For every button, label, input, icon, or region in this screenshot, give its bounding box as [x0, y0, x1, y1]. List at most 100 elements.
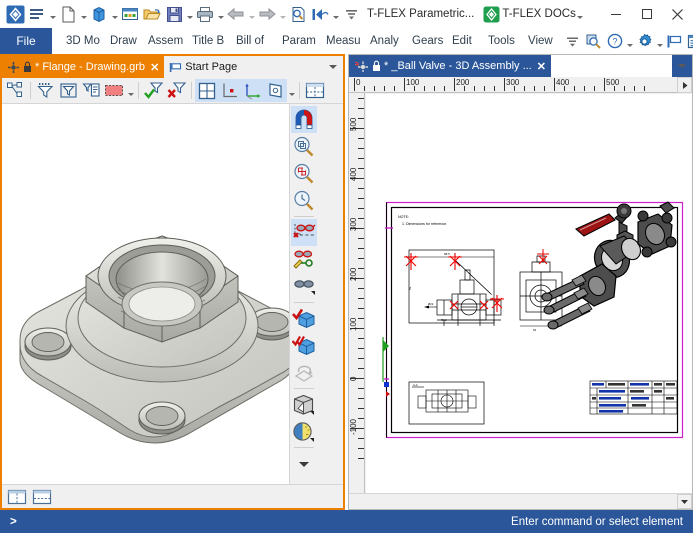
menu-view[interactable]: View [524, 28, 562, 54]
redo-icon[interactable] [256, 3, 278, 25]
redo-dropdown-arrow-icon[interactable] [278, 3, 287, 25]
more-chevron-icon[interactable] [291, 450, 317, 477]
menu-measure[interactable]: Measu [322, 28, 366, 54]
check-cube-icon[interactable] [291, 305, 317, 332]
help-question-icon[interactable]: ? [604, 28, 625, 54]
close-button[interactable] [662, 0, 693, 28]
apply-check-icon[interactable] [142, 79, 165, 102]
print-dropdown-arrow-icon[interactable] [216, 3, 225, 25]
open-folder-icon[interactable] [141, 3, 163, 25]
zoom-fit-icon[interactable] [291, 160, 317, 187]
rotate-plane-icon[interactable] [291, 359, 317, 386]
tab-start-page[interactable]: Start Page [164, 56, 243, 78]
magnet-snap-icon[interactable] [290, 106, 317, 133]
undo-icon[interactable] [225, 3, 247, 25]
right-document-pane: * _Ball Valve - 3D Assembly ... ✕ 0 100 … [348, 54, 693, 510]
right-tab-overflow-icon[interactable] [672, 55, 692, 77]
search-magnifier-icon[interactable] [583, 28, 604, 54]
settings-dropdown-arrow-icon[interactable] [655, 28, 664, 54]
flag-icon[interactable] [664, 28, 685, 54]
menu-draw[interactable]: Draw [106, 28, 144, 54]
split-vertical-icon[interactable] [6, 488, 28, 506]
color-dropdown-arrow-icon[interactable] [126, 79, 135, 102]
menu-lines-dropdown-arrow-icon[interactable] [48, 3, 57, 25]
tflex-docs-dropdown-arrow-icon[interactable] [576, 3, 585, 25]
split-horizontal-icon[interactable] [31, 488, 53, 506]
grid-view-icon[interactable] [195, 79, 218, 102]
command-prompt[interactable]: > [10, 516, 17, 528]
document-panes: * Flange - Drawing.grb ✕ Start Page * _B… [0, 54, 693, 510]
save-icon[interactable] [163, 3, 185, 25]
overflow-chevron-icon[interactable] [562, 28, 583, 54]
section-cube-icon[interactable] [291, 391, 317, 418]
sheet-note-title: NOTE: [398, 215, 409, 219]
settings-gear-icon[interactable] [634, 28, 655, 54]
show-glasses-icon[interactable] [291, 273, 317, 300]
ruler-h-scroll-right-button[interactable] [677, 77, 692, 93]
menu-analysis[interactable]: Analy [366, 28, 408, 54]
new-document-dropdown-arrow-icon[interactable] [79, 3, 88, 25]
window-layout-icon[interactable] [685, 28, 693, 54]
window-controls [600, 0, 693, 28]
tab-ball-valve-assembly[interactable]: * _Ball Valve - 3D Assembly ... ✕ [349, 55, 551, 77]
workplane-icon[interactable] [264, 79, 287, 102]
filter-icon[interactable] [34, 79, 57, 102]
menu-3d-model[interactable]: 3D Mo [62, 28, 106, 54]
new-assembly-icon[interactable] [119, 3, 141, 25]
flange-3d-viewport[interactable]: Z Y X [2, 104, 309, 484]
origin-point-icon[interactable] [218, 79, 241, 102]
double-check-cube-icon[interactable] [291, 332, 317, 359]
manipulator-icon[interactable] [4, 79, 27, 102]
color-swatch-icon[interactable] [103, 79, 126, 102]
print-icon[interactable] [194, 3, 216, 25]
new-3d-model-dropdown-arrow-icon[interactable] [110, 3, 119, 25]
tab-flange-close-icon[interactable]: ✕ [150, 61, 159, 74]
filter-select-icon[interactable] [57, 79, 80, 102]
scroll-down-button[interactable] [677, 494, 692, 509]
panel-split-icon[interactable] [303, 79, 326, 102]
menu-assembly[interactable]: Assem [144, 28, 188, 54]
hide-glasses-icon[interactable] [290, 219, 317, 246]
cancel-cross-icon[interactable] [165, 79, 188, 102]
render-sphere-icon[interactable] [291, 418, 317, 445]
menu-lines-icon[interactable] [26, 3, 48, 25]
drawing-sheet-area[interactable]: NOTE: 1. Dimensions for reference. 98.5 … [366, 94, 692, 493]
menu-gears[interactable]: Gears [408, 28, 448, 54]
new-3d-model-icon[interactable] [88, 3, 110, 25]
zoom-window-icon[interactable] [291, 133, 317, 160]
start-page-icon [170, 62, 182, 72]
right-tab-strip: * _Ball Valve - 3D Assembly ... ✕ [349, 55, 692, 77]
minimize-button[interactable] [600, 0, 631, 28]
new-document-icon[interactable] [57, 3, 79, 25]
menu-bill-of-materials[interactable]: Bill of [232, 28, 278, 54]
ruler-v-tick-300: 300 [349, 217, 358, 231]
view-mode-dropdown-arrow-icon[interactable] [287, 79, 296, 102]
filter-list-icon[interactable] [80, 79, 103, 102]
left-tab-overflow-icon[interactable] [323, 56, 343, 78]
menu-edit[interactable]: Edit [448, 28, 484, 54]
preview-icon[interactable] [287, 3, 309, 25]
rollback-dropdown-arrow-icon[interactable] [331, 3, 340, 25]
menu-tools[interactable]: Tools [484, 28, 524, 54]
horizontal-ruler[interactable]: 0 100 200 300 400 500 [349, 77, 692, 93]
left-document-pane: * Flange - Drawing.grb ✕ Start Page [0, 54, 345, 510]
menu-title-block[interactable]: Title B [188, 28, 232, 54]
maximize-button[interactable] [631, 0, 662, 28]
zoom-previous-icon[interactable] [291, 187, 317, 214]
save-dropdown-arrow-icon[interactable] [185, 3, 194, 25]
customize-icon[interactable] [340, 3, 362, 25]
menu-file[interactable]: File [0, 28, 52, 54]
vertical-ruler[interactable]: 500 400 300 200 100 0 -100 [349, 93, 365, 493]
help-dropdown-arrow-icon[interactable] [625, 28, 634, 54]
undo-dropdown-arrow-icon[interactable] [247, 3, 256, 25]
tab-flange-label: * Flange - Drawing.grb [35, 61, 146, 73]
ruler-h-tick-0: 0 [356, 78, 361, 87]
rollback-icon[interactable] [309, 3, 331, 25]
tab-ball-valve-close-icon[interactable]: ✕ [537, 60, 546, 73]
edit-glasses-key-icon[interactable] [291, 246, 317, 273]
tab-flange-drawing[interactable]: * Flange - Drawing.grb ✕ [2, 56, 165, 78]
tflex-docs-icon[interactable] [480, 3, 502, 25]
axis-triad-icon[interactable] [241, 79, 264, 102]
menu-parameters[interactable]: Param [278, 28, 322, 54]
app-logo-icon[interactable] [4, 3, 26, 25]
